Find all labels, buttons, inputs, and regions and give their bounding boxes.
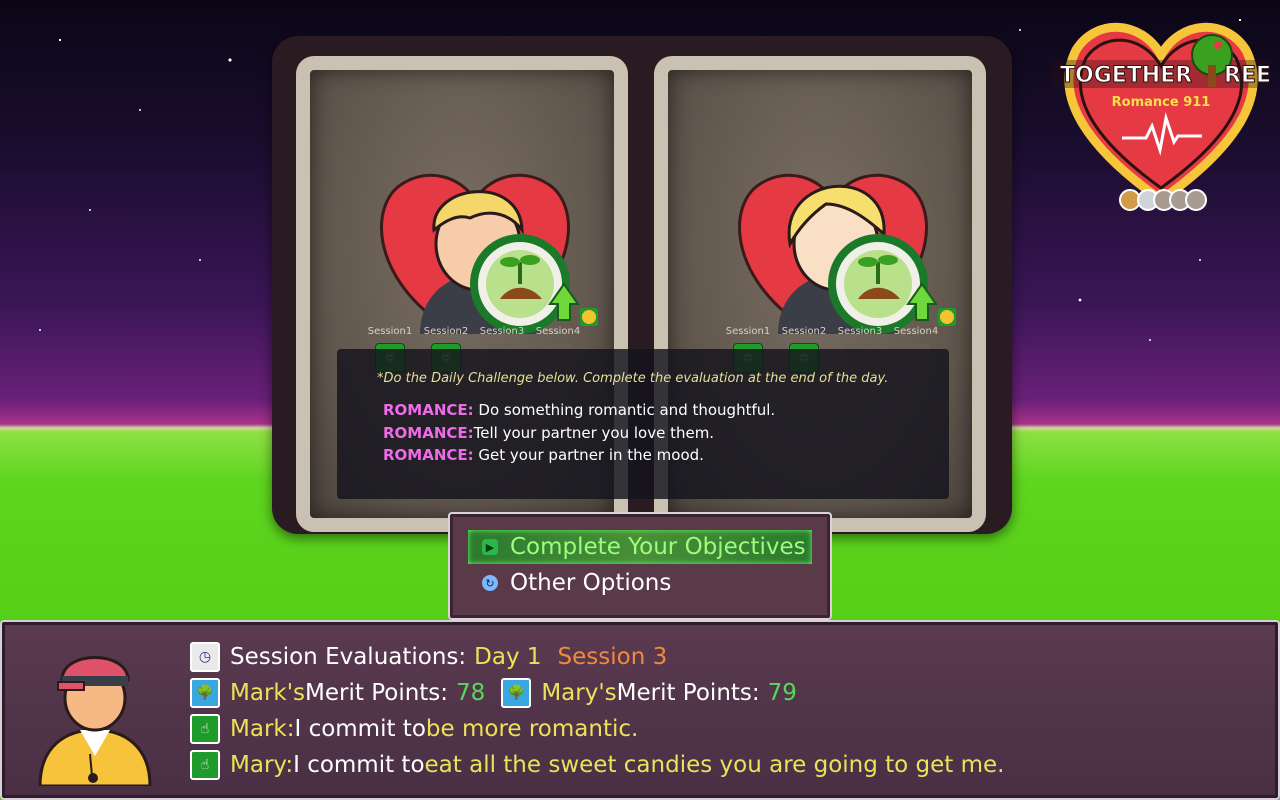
coach-avatar <box>38 656 152 786</box>
mark-commit-line: ☝ Mark: I commit to be more romantic. <box>190 714 638 744</box>
mary-points: 79 <box>767 680 797 706</box>
svg-text:REE: REE <box>1224 63 1271 88</box>
mary-speaker: Mary: <box>230 752 294 778</box>
together-tree-logo: TOGETHER REE Romance 911 <box>1052 22 1272 211</box>
session-label: Session3 <box>837 326 883 337</box>
partner-portrait-mary <box>738 173 956 334</box>
session-label: Session1 <box>725 326 771 337</box>
svg-text:Romance 911: Romance 911 <box>1112 95 1211 110</box>
day-value: Day 1 <box>474 644 542 670</box>
pointing-hand-icon: ☝ <box>190 750 220 780</box>
pointing-hand-icon: ☝ <box>190 714 220 744</box>
commit-prefix: I commit to <box>293 752 425 778</box>
challenge-text: Do something romantic and thoughtful. <box>473 401 776 419</box>
clock-icon: ◷ <box>190 642 220 672</box>
session-eval-line: ◷ Session Evaluations: Day 1 Session 3 <box>190 642 667 672</box>
partner-portrait-mark <box>380 173 598 334</box>
session-label: Session4 <box>893 326 939 337</box>
session-label: Session4 <box>535 326 581 337</box>
commit-prefix: I commit to <box>294 716 426 742</box>
medal-row <box>1119 189 1207 211</box>
mark-speaker: Mark: <box>230 716 295 742</box>
challenge-text: Tell your partner you love them. <box>473 423 715 442</box>
challenge-item: ROMANCE: Get your partner in the mood. <box>383 444 775 467</box>
choice-menu: ▶ Complete Your Objectives ↻ Other Optio… <box>448 512 832 620</box>
refresh-icon: ↻ <box>482 575 498 591</box>
tree-icon: 🌳 <box>501 678 532 708</box>
challenge-category: ROMANCE: <box>383 446 474 464</box>
challenge-list: ROMANCE: Do something romantic and thoug… <box>383 399 775 467</box>
menu-item-label: Other Options <box>510 570 672 596</box>
merit-points-line: 🌳 Mark's Merit Points: 78 🌳 Mary's Merit… <box>190 678 797 708</box>
mary-name: Mary's <box>541 680 617 706</box>
challenge-category: ROMANCE: <box>383 401 474 419</box>
merit-label: Merit Points: <box>616 680 760 706</box>
challenge-text: Get your partner in the mood. <box>473 446 704 464</box>
mary-commitment: eat all the sweet candies you are going … <box>424 752 1005 778</box>
session-label: Session1 <box>367 326 413 337</box>
menu-item-label: Complete Your Objectives <box>510 534 806 560</box>
challenge-item: ROMANCE: Do something romantic and thoug… <box>383 399 775 422</box>
session-label: Session2 <box>781 326 827 337</box>
mark-commitment: be more romantic. <box>425 716 639 742</box>
session-label: Session3 <box>479 326 525 337</box>
session-value: Session 3 <box>557 644 668 670</box>
mary-commit-line: ☝ Mary: I commit to eat all the sweet ca… <box>190 750 1005 780</box>
challenge-note: *Do the Daily Challenge below. Complete … <box>377 371 889 386</box>
evaluation-dialog: ◷ Session Evaluations: Day 1 Session 3 🌳… <box>0 620 1280 800</box>
mark-name: Mark's <box>230 680 306 706</box>
mark-points: 78 <box>456 680 486 706</box>
complete-objectives-button[interactable]: ▶ Complete Your Objectives <box>468 530 812 564</box>
other-options-button[interactable]: ↻ Other Options <box>468 566 671 600</box>
session-eval-label: Session Evaluations: <box>230 644 467 670</box>
svg-text:TOGETHER: TOGETHER <box>1060 63 1192 88</box>
session-label: Session2 <box>423 326 469 337</box>
merit-label: Merit Points: <box>305 680 449 706</box>
challenge-item: ROMANCE:Tell your partner you love them. <box>383 422 775 445</box>
tree-icon: 🌳 <box>190 678 220 708</box>
arrow-right-icon: ▶ <box>482 539 498 555</box>
challenge-category: ROMANCE: <box>383 423 474 442</box>
daily-challenge-box: *Do the Daily Challenge below. Complete … <box>337 349 949 499</box>
